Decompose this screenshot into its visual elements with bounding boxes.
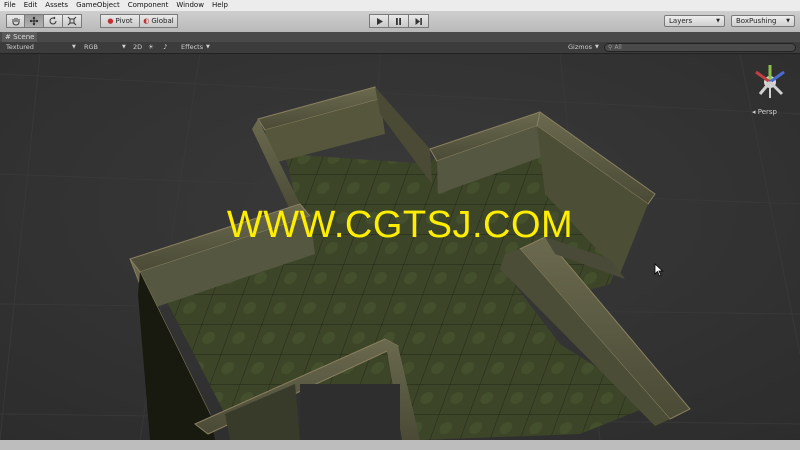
menu-gameobject[interactable]: GameObject — [72, 0, 124, 11]
pivot-button[interactable]: ● Pivot — [100, 14, 140, 28]
effects-dropdown[interactable]: Effects — [181, 42, 203, 53]
chevron-down-icon: ▼ — [786, 18, 790, 24]
move-tool-button[interactable] — [25, 14, 44, 28]
projection-icon: ◂ — [752, 108, 756, 116]
scale-tool-icon — [67, 16, 77, 26]
menu-help[interactable]: Help — [208, 0, 232, 11]
pause-icon — [396, 17, 401, 25]
scale-tool-button[interactable] — [63, 14, 82, 28]
pivot-group: ● Pivot ◐ Global — [100, 14, 178, 28]
shading-mode-dropdown[interactable]: Textured — [6, 42, 34, 53]
gizmos-dropdown[interactable]: Gizmos — [568, 42, 592, 53]
menu-file[interactable]: File — [0, 0, 20, 11]
pivot-label: Pivot — [115, 17, 133, 25]
move-tool-icon — [29, 16, 39, 26]
play-button[interactable] — [369, 14, 389, 28]
level-geometry — [0, 54, 800, 440]
menu-window[interactable]: Window — [172, 0, 208, 11]
chevron-down-icon: ▼ — [72, 44, 76, 50]
step-button[interactable] — [409, 14, 429, 28]
mouse-cursor-icon — [654, 263, 664, 277]
transform-tools — [6, 14, 82, 28]
scene-gizmo-icon[interactable] — [748, 60, 792, 104]
global-button[interactable]: ◐ Global — [140, 14, 178, 28]
search-placeholder: All — [614, 44, 622, 51]
chevron-down-icon: ▼ — [716, 18, 720, 24]
play-icon — [376, 17, 383, 25]
layout-label: BoxPushing — [736, 17, 777, 25]
render-mode-dropdown[interactable]: RGB — [84, 42, 98, 53]
step-icon — [415, 17, 422, 25]
rotate-tool-icon — [49, 16, 57, 25]
playback-controls — [369, 14, 429, 28]
tab-scene[interactable]: # Scene — [2, 32, 38, 42]
menu-bar: File Edit Assets GameObject Component Wi… — [0, 0, 800, 11]
global-label: Global — [151, 17, 174, 25]
main-toolbar: ● Pivot ◐ Global Layers ▼ BoxPushing ▼ — [0, 11, 800, 33]
menu-component[interactable]: Component — [124, 0, 173, 11]
menu-edit[interactable]: Edit — [20, 0, 42, 11]
status-bar — [0, 440, 800, 450]
layout-dropdown[interactable]: BoxPushing ▼ — [731, 15, 795, 27]
pause-button[interactable] — [389, 14, 409, 28]
scene-viewport[interactable]: WWW.CGTSJ.COM ◂ Persp — [0, 54, 800, 440]
scene-tab-icon: # — [5, 33, 11, 41]
layers-dropdown[interactable]: Layers ▼ — [664, 15, 725, 27]
tab-bar: # Scene — [0, 32, 800, 42]
layers-label: Layers — [669, 17, 693, 25]
global-icon: ◐ — [143, 17, 150, 25]
chevron-down-icon: ▼ — [122, 44, 126, 50]
hand-tool-icon — [12, 18, 19, 26]
search-icon: ⚲ — [608, 44, 613, 51]
hand-tool-button[interactable] — [6, 14, 25, 28]
pivot-icon: ● — [107, 17, 114, 25]
2d-toggle[interactable]: 2D — [133, 42, 142, 53]
scene-toolbar: Textured ▼ RGB ▼ 2D ☀ ♪ Effects ▼ Gizmos… — [0, 42, 800, 54]
scene-search-input[interactable]: ⚲ All — [604, 43, 796, 52]
watermark-text: WWW.CGTSJ.COM — [226, 204, 574, 246]
chevron-down-icon: ▼ — [595, 44, 599, 50]
rotate-tool-button[interactable] — [44, 14, 63, 28]
chevron-down-icon: ▼ — [206, 44, 210, 50]
menu-assets[interactable]: Assets — [41, 0, 72, 11]
scene-tab-label: Scene — [13, 33, 35, 41]
audio-icon[interactable]: ♪ — [163, 42, 167, 53]
sun-icon[interactable]: ☀ — [148, 42, 154, 53]
projection-label[interactable]: ◂ Persp — [752, 108, 777, 116]
